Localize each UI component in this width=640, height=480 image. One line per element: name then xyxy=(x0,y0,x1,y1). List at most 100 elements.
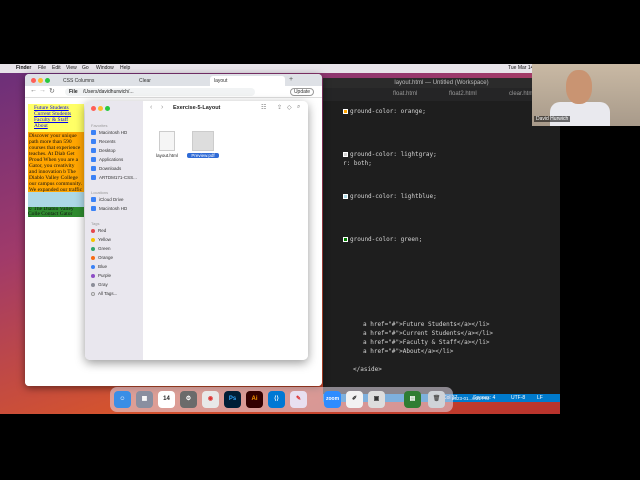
tab-float[interactable]: float.html xyxy=(393,91,417,97)
nav-link-about[interactable]: About xyxy=(34,123,84,129)
browser-tab-clear[interactable]: Clear xyxy=(135,76,203,86)
code-line[interactable]: </aside> xyxy=(353,366,382,373)
code-line[interactable]: ground-color: green; xyxy=(343,236,422,243)
new-tab-icon[interactable]: + xyxy=(289,76,293,83)
sidebar-item-desktop[interactable]: Desktop xyxy=(91,147,141,155)
status-eol[interactable]: LF xyxy=(537,394,543,402)
address-bar[interactable]: File /Users/davidhurwich/... xyxy=(65,88,255,96)
menu-go[interactable]: Go xyxy=(82,64,89,73)
menu-clock: Tue Mar 14 xyxy=(508,65,534,71)
sidebar-tag-yellow[interactable]: Yellow xyxy=(91,236,141,244)
tab-float2[interactable]: float2.html xyxy=(449,91,477,97)
cloud-icon xyxy=(91,197,96,203)
menu-help[interactable]: Help xyxy=(120,64,130,73)
code-line[interactable]: a href="#">About</a></li> xyxy=(363,348,453,355)
tag-dot-icon xyxy=(91,255,95,260)
calendar-icon[interactable]: 14 xyxy=(158,391,175,408)
menu-finder[interactable]: Finder xyxy=(16,64,31,73)
html-file-icon xyxy=(159,131,175,151)
launchpad-icon[interactable]: ▦ xyxy=(136,391,153,408)
page-footer: © The Diablo Valley Colle Contact Gator … xyxy=(28,207,84,217)
minimize-icon[interactable] xyxy=(98,106,103,111)
zoom-window-icon[interactable] xyxy=(105,106,110,111)
minimize-icon[interactable] xyxy=(38,78,43,83)
color-swatch xyxy=(343,152,348,157)
menu-view[interactable]: View xyxy=(66,64,77,73)
menu-bar: Finder File Edit View Go Window Help Tue… xyxy=(0,64,560,73)
sidebar-item-macintosh-hd[interactable]: Macintosh HD xyxy=(91,129,141,137)
update-button[interactable]: Update xyxy=(290,88,314,96)
sidebar-tag-red[interactable]: Red xyxy=(91,227,141,235)
illustrator-icon[interactable]: Ai xyxy=(246,391,263,408)
sidebar-item-artdm171[interactable]: ARTDM171-CSS... xyxy=(91,174,141,182)
sidebar-tag-gray[interactable]: Gray xyxy=(91,281,141,289)
notes-icon[interactable]: ✐ xyxy=(346,391,363,408)
trash-icon[interactable]: 🗑 xyxy=(428,391,445,408)
download-icon xyxy=(91,166,96,172)
tool-icon[interactable]: ✎ xyxy=(290,391,307,408)
file-name: layout.html xyxy=(156,153,178,158)
sidebar-item-downloads[interactable]: Downloads xyxy=(91,165,141,173)
code-line[interactable]: ground-color: lightblue; xyxy=(343,193,437,200)
sidebar-all-tags[interactable]: All Tags... xyxy=(91,290,141,298)
sidebar-tag-purple[interactable]: Purple xyxy=(91,272,141,280)
photoshop-icon[interactable]: Ps xyxy=(224,391,241,408)
file-layout-html[interactable]: layout.html xyxy=(153,131,181,158)
sidebar-tag-orange[interactable]: Orange xyxy=(91,254,141,262)
tab-clear[interactable]: clear.html xyxy=(509,91,535,97)
person-face xyxy=(566,70,592,104)
code-line[interactable]: a href="#">Faculty & Staff</a></li> xyxy=(363,339,489,346)
editor-tab-bar: float.html float2.html clear.html xyxy=(323,88,560,101)
desktop-icon xyxy=(91,148,96,154)
sidebar-item-icloud-drive[interactable]: iCloud Drive xyxy=(91,196,141,204)
tag-dot-icon xyxy=(91,237,95,242)
menu-window[interactable]: Window xyxy=(96,64,114,73)
file-preview-pdf[interactable]: Preview.pdf xyxy=(187,131,219,158)
url-text: /Users/davidhurwich/... xyxy=(83,89,134,95)
finder-window: Favorites Macintosh HD Recents Desktop A… xyxy=(85,101,308,360)
zoom-window-icon[interactable] xyxy=(45,78,50,83)
tag-dot-icon xyxy=(91,228,95,233)
browser-tab-layout[interactable]: layout xyxy=(210,76,285,86)
tag-icon[interactable]: ◇ xyxy=(287,104,292,111)
zoom-icon[interactable]: zoom xyxy=(324,391,341,408)
screen-recording: Finder File Edit View Go Window Help Tue… xyxy=(0,0,640,480)
view-options-icon[interactable]: ☷ xyxy=(261,104,266,111)
settings-icon[interactable]: ⚙ xyxy=(180,391,197,408)
search-icon[interactable]: ⌕ xyxy=(297,104,300,111)
participant-name: David Hurwich xyxy=(534,116,571,122)
back-icon[interactable]: ‹ xyxy=(150,104,152,111)
reload-icon[interactable]: ↻ xyxy=(49,87,55,95)
sidebar-item-applications[interactable]: Applications xyxy=(91,156,141,164)
color-swatch xyxy=(343,109,348,114)
sidebar-tag-green[interactable]: Green xyxy=(91,245,141,253)
forward-icon[interactable]: → xyxy=(39,87,46,94)
files-icon[interactable]: ▤ xyxy=(404,391,421,408)
folder-icon xyxy=(91,175,96,181)
chrome-icon[interactable]: ◉ xyxy=(202,391,219,408)
close-icon[interactable] xyxy=(31,78,36,83)
forward-icon[interactable]: › xyxy=(161,104,163,111)
sidebar-tag-blue[interactable]: Blue xyxy=(91,263,141,271)
menu-file[interactable]: File xyxy=(38,64,46,73)
browser-tab-css-columns[interactable]: CSS Columns xyxy=(59,76,127,86)
sidebar-item-recents[interactable]: Recents xyxy=(91,138,141,146)
code-line[interactable]: a href="#">Current Students</a></li> xyxy=(363,330,493,337)
back-icon[interactable]: ← xyxy=(30,87,37,94)
tag-dot-icon xyxy=(91,246,95,251)
code-line[interactable]: ground-color: orange; xyxy=(343,108,426,115)
code-line[interactable]: ground-color: lightgray; xyxy=(343,151,437,158)
close-icon[interactable] xyxy=(91,106,96,111)
status-encoding[interactable]: UTF-8 xyxy=(511,394,525,402)
sidebar-item-macintosh-hd-location[interactable]: Macintosh HD xyxy=(91,205,141,213)
disk-icon xyxy=(91,130,96,136)
code-line[interactable]: a href="#">Future Students</a></li> xyxy=(363,321,489,328)
applications-icon xyxy=(91,157,96,163)
preview-icon[interactable]: ▣ xyxy=(368,391,385,408)
share-icon[interactable]: ⇪ xyxy=(277,104,282,111)
menu-edit[interactable]: Edit xyxy=(52,64,61,73)
finder-icon[interactable]: ☺ xyxy=(114,391,131,408)
vscode-icon[interactable]: ⟨⟩ xyxy=(268,391,285,408)
code-line[interactable]: r: both; xyxy=(343,160,372,167)
code-editor-window: layout.html — Untitled (Workspace) float… xyxy=(323,78,560,402)
